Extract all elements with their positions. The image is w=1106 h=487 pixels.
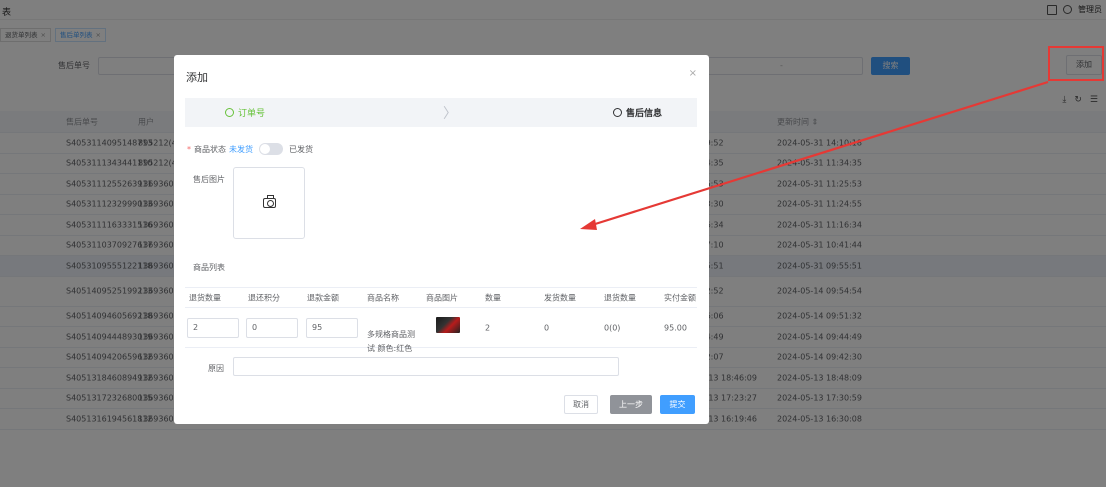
annotation-arrow [580,80,1049,230]
